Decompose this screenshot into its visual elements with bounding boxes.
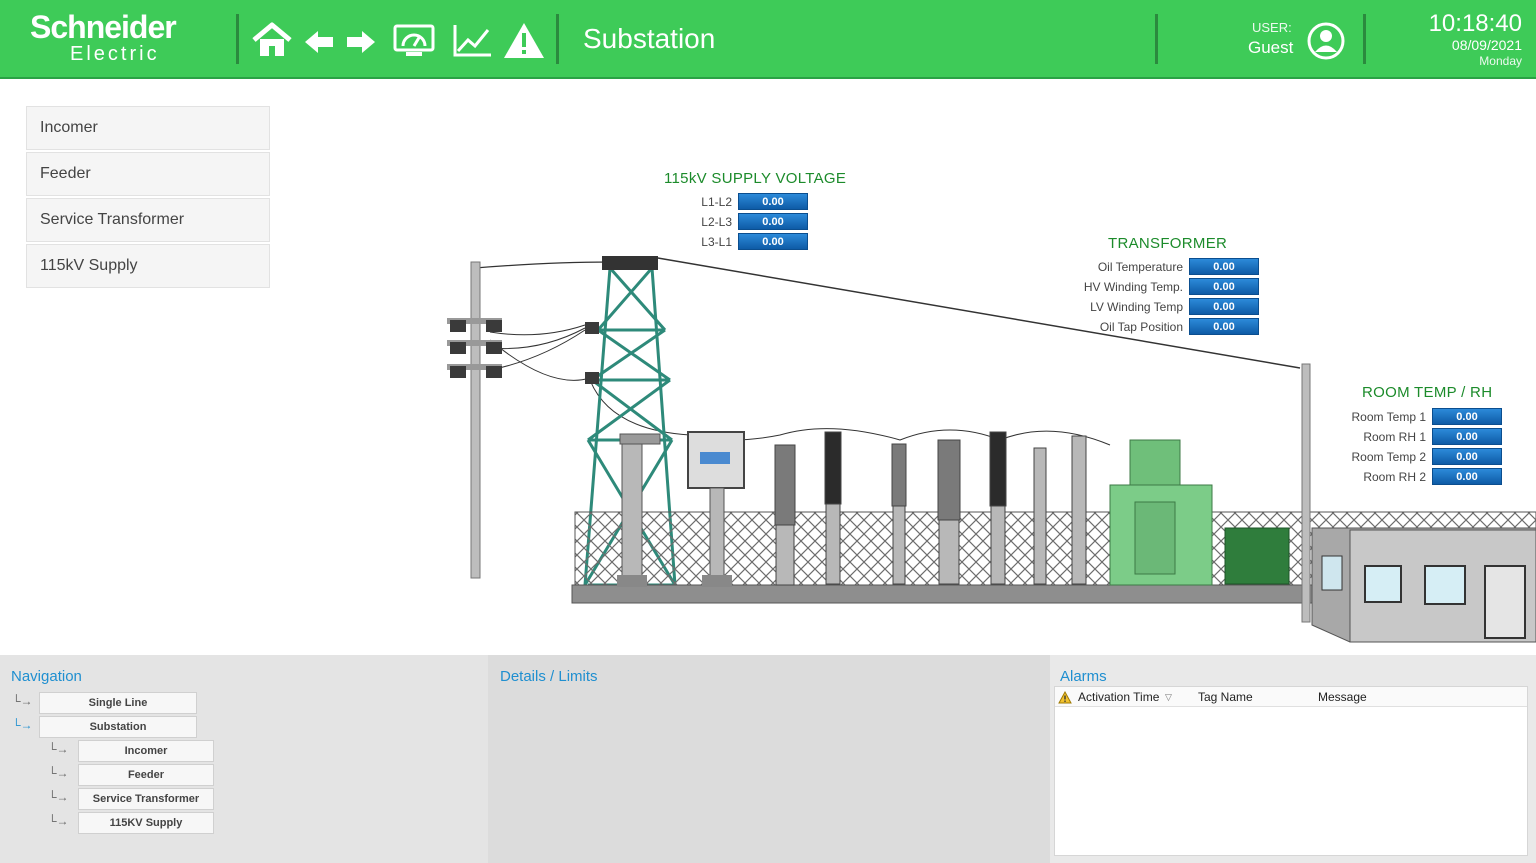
alarm-warning-icon[interactable] <box>502 20 546 60</box>
voltage-label: L2-L3 <box>701 215 732 229</box>
header-divider <box>1363 14 1366 64</box>
transformer-label: Oil Temperature <box>1097 260 1183 274</box>
nav-tree-115kv-supply[interactable]: 115KV Supply <box>78 812 214 834</box>
column-activation-time[interactable]: Activation Time <box>1078 690 1159 704</box>
clock: 10:18:40 08/09/2021 Monday <box>1429 11 1522 69</box>
user-name: Guest <box>1248 38 1294 57</box>
clock-weekday: Monday <box>1479 54 1522 68</box>
transformer-row-hv-winding: HV Winding Temp. 0.00 <box>1060 278 1259 296</box>
home-icon[interactable] <box>250 20 294 60</box>
details-panel <box>488 655 1050 863</box>
column-tag-name[interactable]: Tag Name <box>1198 690 1253 704</box>
room-value: 0.00 <box>1432 468 1502 485</box>
schneider-logo: Schneider Electric <box>30 10 210 68</box>
sidebar-item-service-transformer[interactable]: Service Transformer <box>26 198 270 242</box>
tree-connector-icon: └→ <box>48 814 69 828</box>
alarms-title: Alarms <box>1060 668 1107 685</box>
transformer-row-oil-tap: Oil Tap Position 0.00 <box>1060 318 1259 336</box>
forward-arrow-icon[interactable] <box>344 20 378 60</box>
room-value: 0.00 <box>1432 428 1502 445</box>
tree-connector-icon: └→ <box>48 766 69 780</box>
supply-voltage-title: 115kV SUPPLY VOLTAGE <box>664 170 847 187</box>
user-label: USER: <box>1252 20 1292 35</box>
utility-pole <box>470 261 481 579</box>
sidebar-item-115kv-supply[interactable]: 115kV Supply <box>26 244 270 288</box>
tree-connector-icon: └→ <box>12 718 33 732</box>
transformer-row-oil-temp: Oil Temperature 0.00 <box>1060 258 1259 276</box>
room-label: Room RH 1 <box>1363 430 1426 444</box>
power-transformer <box>1109 439 1213 586</box>
brand-subname: Electric <box>70 43 160 65</box>
voltage-value: 0.00 <box>738 233 808 250</box>
room-label: Room RH 2 <box>1363 470 1426 484</box>
transformer-label: LV Winding Temp <box>1090 300 1183 314</box>
navigation-title: Navigation <box>11 668 82 685</box>
tree-connector-icon: └→ <box>12 694 33 708</box>
room-row-rh-1: Room RH 1 0.00 <box>1330 428 1502 446</box>
voltage-label: L3-L1 <box>701 235 732 249</box>
room-row-rh-2: Room RH 2 0.00 <box>1330 468 1502 486</box>
sort-descending-icon[interactable]: ▽ <box>1165 692 1172 703</box>
nav-tree-incomer[interactable]: Incomer <box>78 740 214 762</box>
room-row-temp-1: Room Temp 1 0.00 <box>1330 408 1502 426</box>
details-title: Details / Limits <box>500 668 598 685</box>
top-bar: Schneider Electric Substation USER: Gues… <box>0 0 1536 79</box>
transformer-value: 0.00 <box>1189 258 1259 275</box>
room-label: Room Temp 1 <box>1351 410 1426 424</box>
user-avatar-icon[interactable] <box>1306 21 1346 61</box>
sidebar-item-incomer[interactable]: Incomer <box>26 106 270 150</box>
transformer-value: 0.00 <box>1189 318 1259 335</box>
brand-name: Schneider <box>30 9 177 45</box>
utility-pole <box>1301 363 1311 623</box>
transformer-label: HV Winding Temp. <box>1083 280 1183 294</box>
control-building <box>1311 527 1536 643</box>
sidebar-item-feeder[interactable]: Feeder <box>26 152 270 196</box>
kiosk <box>1224 527 1290 585</box>
header-divider <box>556 14 559 64</box>
voltage-value: 0.00 <box>738 193 808 210</box>
column-message[interactable]: Message <box>1318 690 1367 704</box>
dashboard-icon[interactable] <box>392 20 436 60</box>
transformer-title: TRANSFORMER <box>1108 235 1228 252</box>
nav-tree-service-transformer[interactable]: Service Transformer <box>78 788 214 810</box>
alarms-table[interactable]: Activation Time ▽ Tag Name Message <box>1054 686 1528 856</box>
nav-tree-substation[interactable]: Substation <box>39 716 197 738</box>
voltage-row-l2-l3: L2-L3 0.00 <box>660 213 808 231</box>
room-value: 0.00 <box>1432 448 1502 465</box>
alarms-table-header: Activation Time ▽ Tag Name Message <box>1055 687 1527 707</box>
transformer-value: 0.00 <box>1189 278 1259 295</box>
clock-time: 10:18:40 <box>1428 10 1522 37</box>
header-divider <box>236 14 239 64</box>
nav-tree-single-line[interactable]: Single Line <box>39 692 197 714</box>
voltage-row-l1-l2: L1-L2 0.00 <box>660 193 808 211</box>
back-arrow-icon[interactable] <box>302 20 336 60</box>
tree-connector-icon: └→ <box>48 742 69 756</box>
clock-date: 08/09/2021 <box>1451 37 1522 53</box>
page-title: Substation <box>583 23 716 54</box>
trend-chart-icon[interactable] <box>450 20 494 60</box>
tree-connector-icon: └→ <box>48 790 69 804</box>
warning-icon <box>1058 691 1072 704</box>
voltage-value: 0.00 <box>738 213 808 230</box>
room-label: Room Temp 2 <box>1351 450 1426 464</box>
room-title: ROOM TEMP / RH <box>1362 384 1493 401</box>
transformer-label: Oil Tap Position <box>1099 320 1183 334</box>
nav-tree-feeder[interactable]: Feeder <box>78 764 214 786</box>
voltage-row-l3-l1: L3-L1 0.00 <box>660 233 808 251</box>
room-value: 0.00 <box>1432 408 1502 425</box>
header-divider <box>1155 14 1158 64</box>
transformer-row-lv-winding: LV Winding Temp 0.00 <box>1060 298 1259 316</box>
room-row-temp-2: Room Temp 2 0.00 <box>1330 448 1502 466</box>
voltage-label: L1-L2 <box>701 195 732 209</box>
transformer-value: 0.00 <box>1189 298 1259 315</box>
